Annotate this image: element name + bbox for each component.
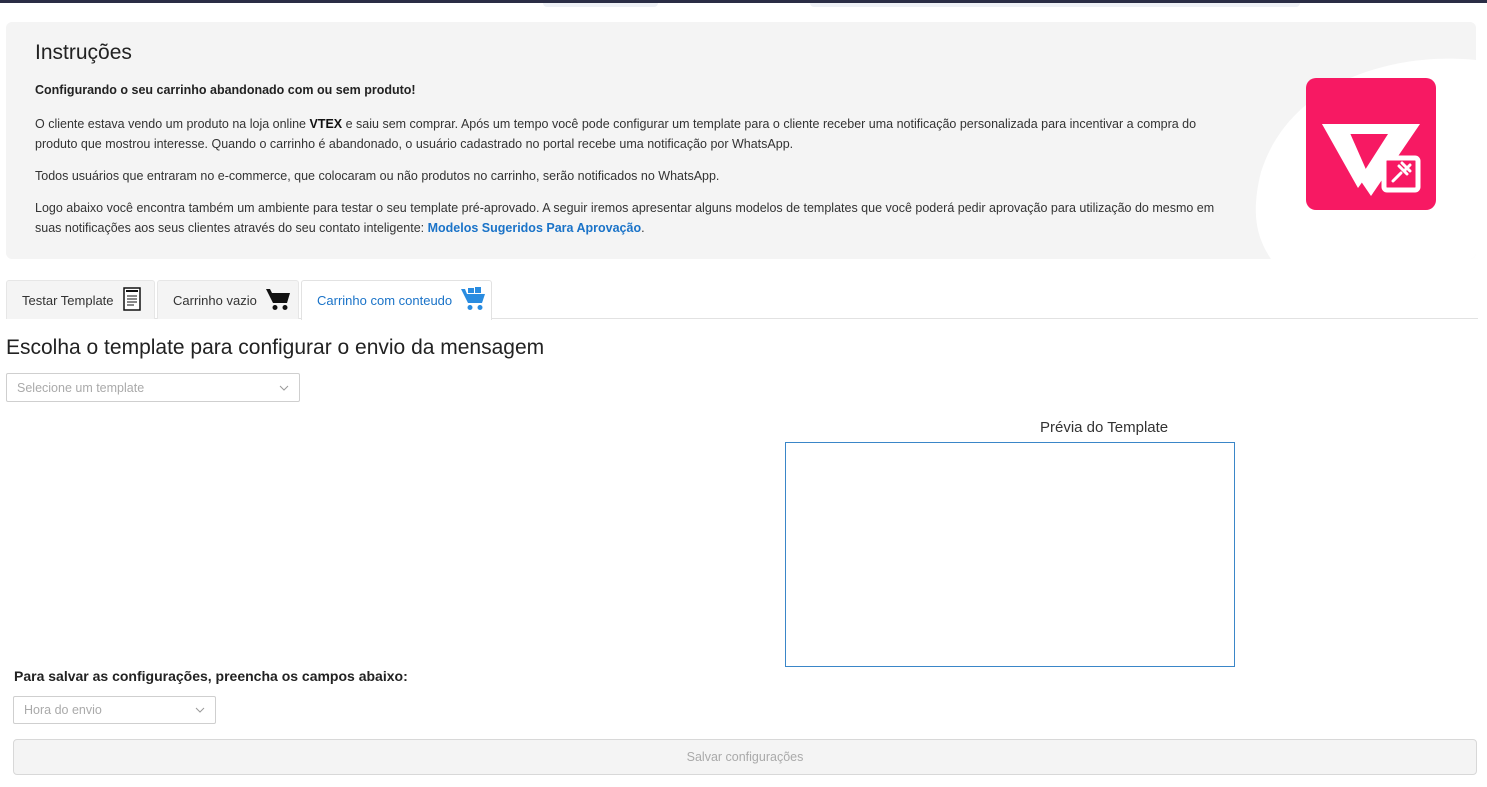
template-select[interactable]: Selecione um template	[6, 373, 300, 402]
page-title: Escolha o template para configurar o env…	[6, 336, 545, 359]
tab-bar: Testar Template Carrinho vazio Carrinho …	[6, 280, 1478, 320]
vtex-plugin-logo	[1306, 78, 1436, 210]
cart-full-icon	[460, 287, 486, 314]
template-preview-box	[785, 442, 1235, 667]
tab-label: Carrinho com conteudo	[317, 293, 453, 308]
tab-carrinho-vazio[interactable]: Carrinho vazio	[157, 280, 299, 319]
instructions-body: Configurando o seu carrinho abandonado c…	[35, 80, 1235, 250]
chevron-down-icon	[195, 707, 205, 713]
instructions-paragraph: O cliente estava vendo um produto na loj…	[35, 114, 1235, 154]
brand-name: VTEX	[309, 117, 343, 131]
cart-icon	[265, 287, 291, 314]
instructions-paragraph: Logo abaixo você encontra também um ambi…	[35, 198, 1235, 238]
test-document-icon	[122, 286, 142, 314]
top-nav-tab[interactable]	[810, 3, 1300, 7]
instructions-title: Instruções	[35, 41, 132, 64]
tab-testar-template[interactable]: Testar Template	[6, 280, 155, 319]
suggested-models-link[interactable]: Modelos Sugeridos Para Aprovação	[428, 221, 641, 235]
instructions-panel: Instruções Configurando o seu carrinho a…	[6, 22, 1476, 259]
tab-label: Carrinho vazio	[173, 292, 257, 308]
text: .	[641, 221, 645, 235]
tab-label: Testar Template	[22, 292, 114, 308]
chevron-down-icon	[279, 385, 289, 391]
select-placeholder: Selecione um template	[17, 380, 145, 395]
instructions-paragraph: Todos usuários que entraram no e-commerc…	[35, 169, 720, 183]
tab-carrinho-com-conteudo[interactable]: Carrinho com conteudo	[301, 280, 492, 320]
text: O cliente estava vendo um produto na loj…	[35, 117, 310, 131]
top-nav-tab[interactable]	[543, 3, 658, 7]
save-section-label: Para salvar as configurações, preencha o…	[14, 668, 408, 684]
select-placeholder: Hora do envio	[24, 703, 102, 717]
hour-select[interactable]: Hora do envio	[13, 696, 216, 724]
vtex-logo-icon	[1322, 124, 1421, 196]
save-settings-button[interactable]: Salvar configurações	[13, 739, 1477, 775]
preview-label: Prévia do Template	[1040, 419, 1169, 436]
instructions-subtitle: Configurando o seu carrinho abandonado c…	[35, 83, 416, 97]
